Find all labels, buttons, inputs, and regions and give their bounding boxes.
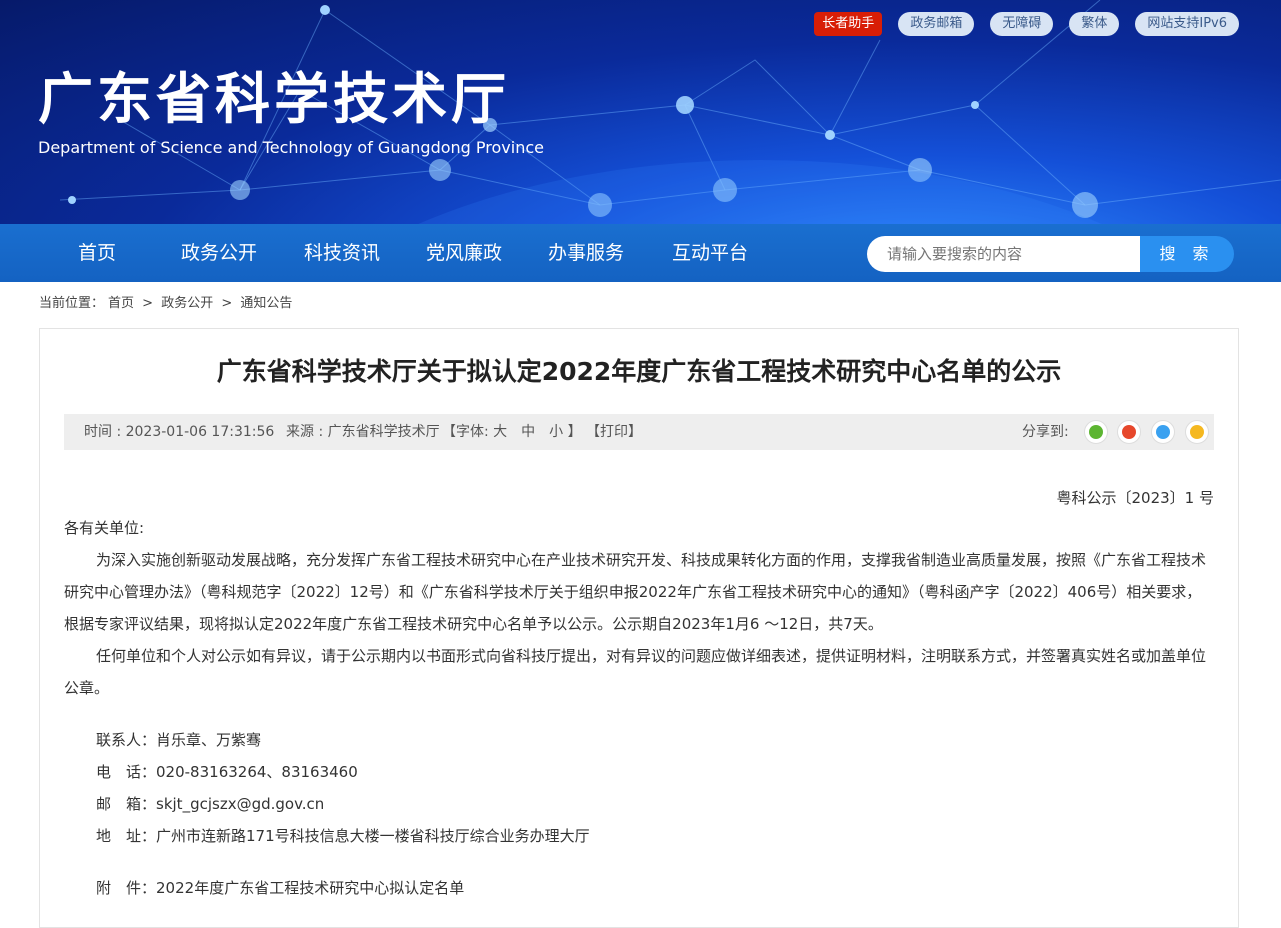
nav-tech-news[interactable]: 科技资讯 — [304, 224, 380, 282]
traditional-chinese-link[interactable]: 繁体 — [1069, 12, 1120, 36]
address-row: 地 址：广州市连新路171号科技信息大楼一楼省科技厅综合业务办理大厅 — [96, 820, 590, 852]
phone-value: 020-83163264、83163460 — [156, 763, 358, 781]
phone-row: 电 话：020-83163264、83163460 — [96, 756, 358, 788]
font-size-control[interactable]: 【字体: 大 中 小 】 — [442, 414, 582, 450]
share-label: 分享到: — [1022, 424, 1069, 440]
email-row: 邮 箱：skjt_gcjszx@gd.gov.cn — [96, 788, 324, 820]
nav-services[interactable]: 办事服务 — [548, 224, 624, 282]
weibo-icon[interactable] — [1117, 420, 1141, 444]
attachment-row: 附 件：2022年度广东省工程技术研究中心拟认定名单 — [96, 872, 464, 904]
attachment-label: 附 件： — [96, 879, 157, 897]
contact-label: 联系人： — [96, 731, 157, 749]
paragraph-1: 为深入实施创新驱动发展战略，充分发挥广东省工程技术研究中心在产业技术研究开发、科… — [64, 551, 1207, 633]
nav-home[interactable]: 首页 — [78, 224, 116, 282]
ipv6-badge[interactable]: 网站支持IPv6 — [1135, 12, 1239, 36]
site-subtitle: Department of Science and Technology of … — [38, 138, 544, 157]
breadcrumb-sep: > — [221, 296, 233, 311]
article-meta-bar: 时间 : 2023-01-06 17:31:56 来源 : 广东省科学技术厅 【… — [64, 414, 1214, 450]
nav-interaction[interactable]: 互动平台 — [672, 224, 748, 282]
breadcrumb-prefix: 当前位置： — [39, 296, 105, 311]
accessibility-link[interactable]: 无障碍 — [990, 12, 1054, 36]
nav-integrity[interactable]: 党风廉政 — [426, 224, 502, 282]
article-source: 来源 : 广东省科学技术厅 — [286, 424, 440, 440]
wechat-icon[interactable] — [1084, 420, 1108, 444]
breadcrumb-home[interactable]: 首页 — [108, 296, 134, 311]
email-label: 邮 箱： — [96, 795, 157, 813]
contact-row: 联系人：肖乐章、万紫骞 — [96, 724, 261, 756]
address-label: 地 址： — [96, 827, 157, 845]
search-input[interactable] — [867, 236, 1141, 272]
salutation: 各有关单位: — [64, 519, 145, 537]
gov-mail-link[interactable]: 政务邮箱 — [898, 12, 975, 36]
site-title: 广东省科学技术厅 — [38, 67, 511, 131]
top-links: 长者助手 政务邮箱 无障碍 繁体 网站支持IPv6 — [814, 12, 1239, 36]
contact-value: 肖乐章、万紫骞 — [156, 731, 262, 749]
header-banner: 广东省科学技术厅 Department of Science and Techn… — [0, 0, 1281, 224]
breadcrumb-notices[interactable]: 通知公告 — [240, 296, 292, 311]
attachment-link[interactable]: 2022年度广东省工程技术研究中心拟认定名单 — [156, 879, 464, 897]
print-button[interactable]: 【打印】 — [586, 414, 642, 450]
breadcrumb-sep: > — [142, 296, 154, 311]
document-number: 粤科公示〔2023〕1 号 — [1056, 489, 1215, 507]
elder-assistant-link[interactable]: 长者助手 — [814, 12, 883, 36]
email-value[interactable]: skjt_gcjszx@gd.gov.cn — [156, 795, 324, 813]
breadcrumb-gov-affairs[interactable]: 政务公开 — [161, 296, 213, 311]
publish-time: 时间 : 2023-01-06 17:31:56 — [84, 424, 275, 440]
search-button[interactable]: 搜 索 — [1140, 236, 1234, 272]
phone-label: 电 话： — [96, 763, 157, 781]
qq-icon[interactable] — [1151, 420, 1175, 444]
breadcrumb: 当前位置： 首页 > 政务公开 > 通知公告 — [39, 292, 296, 311]
article-title: 广东省科学技术厅关于拟认定2022年度广东省工程技术研究中心名单的公示 — [216, 357, 1062, 386]
address-value: 广州市连新路171号科技信息大楼一楼省科技厅综合业务办理大厅 — [156, 827, 590, 845]
qzone-icon[interactable] — [1185, 420, 1209, 444]
nav-gov-affairs[interactable]: 政务公开 — [181, 224, 257, 282]
paragraph-2: 任何单位和个人对公示如有异议，请于公示期内以书面形式向省科技厅提出，对有异议的问… — [64, 647, 1207, 697]
